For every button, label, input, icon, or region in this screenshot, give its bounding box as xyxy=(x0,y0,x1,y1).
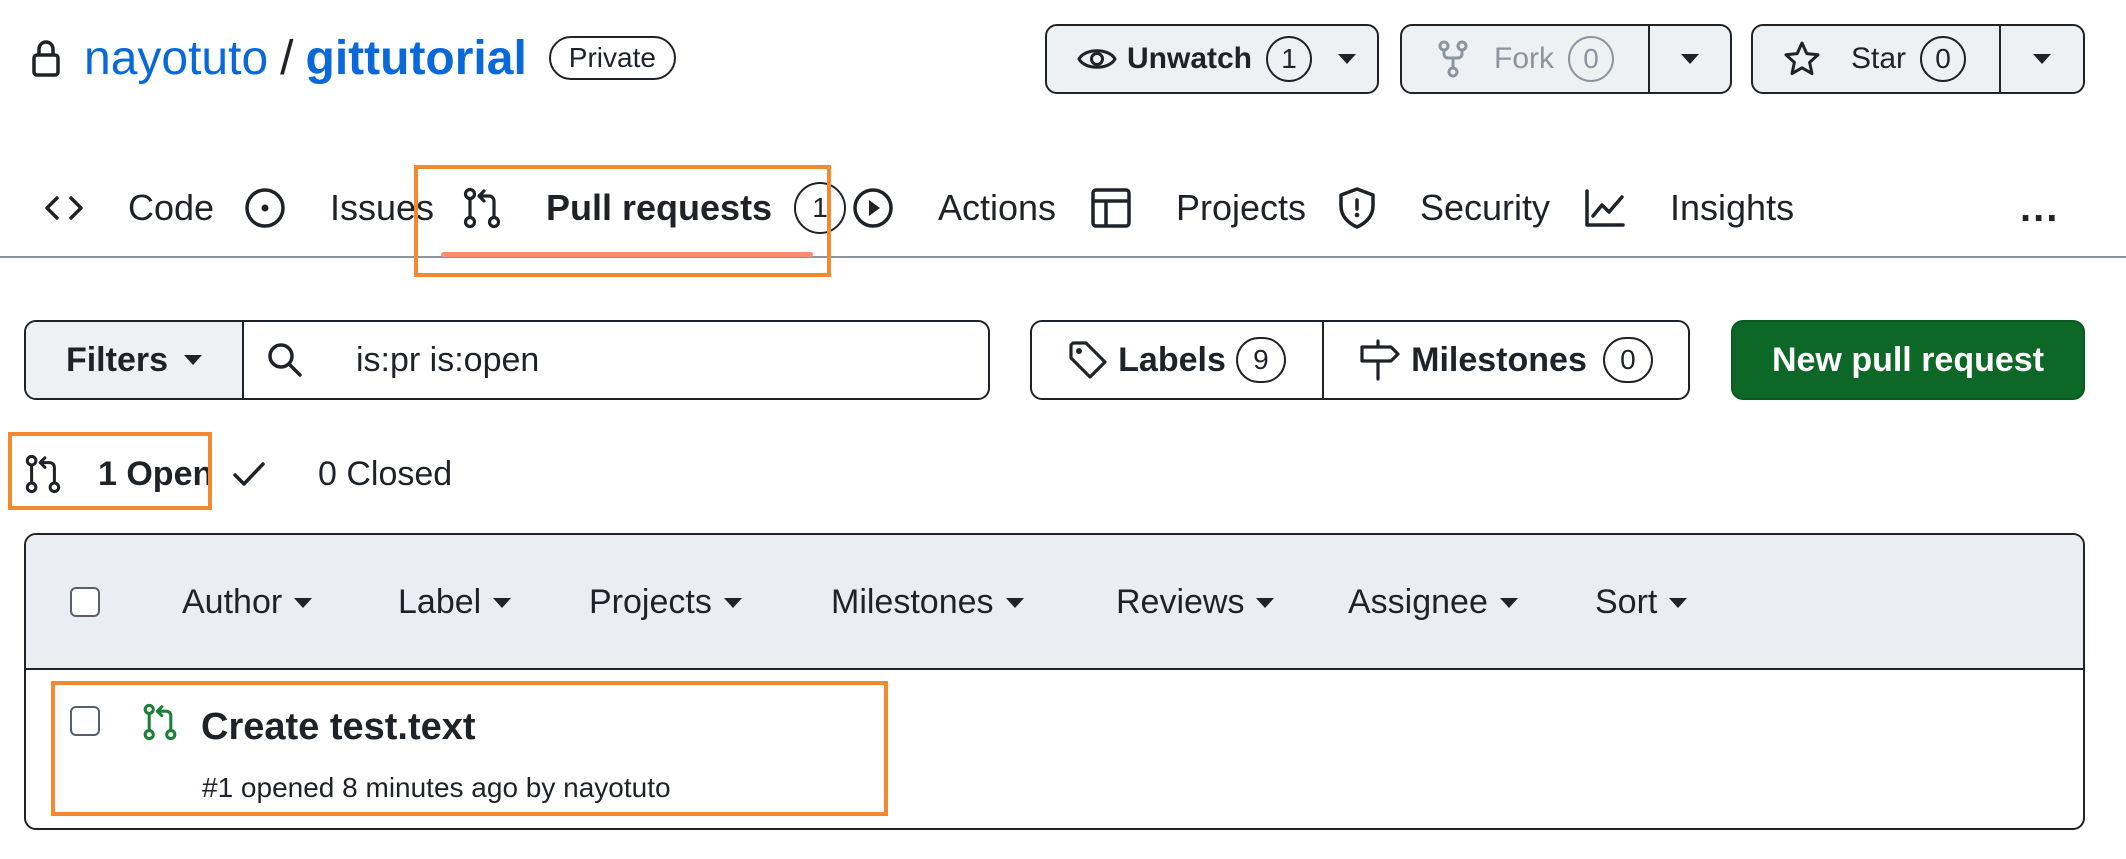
closed-count-label: 0 Closed xyxy=(318,454,453,493)
labels-milestones-group: Labels 9 Milestones 0 xyxy=(1030,320,1690,400)
milestones-filter-label: Milestones xyxy=(831,583,994,621)
projects-filter[interactable]: Projects xyxy=(589,535,742,670)
labels-count: 9 xyxy=(1235,337,1286,383)
filters-dropdown-button[interactable]: Filters xyxy=(26,322,244,398)
tab-actions-label: Actions xyxy=(938,187,1057,228)
milestones-count: 0 xyxy=(1602,337,1653,383)
star-icon xyxy=(1783,40,1821,78)
list-header: Author Label Projects Milestones Reviews… xyxy=(26,535,2083,670)
repo-path-separator: / xyxy=(280,31,294,85)
chevron-down-icon xyxy=(294,597,313,608)
repo-header: nayotuto / gittutorial Private xyxy=(26,28,676,88)
highlight-annotation xyxy=(414,165,831,277)
eye-icon xyxy=(1077,44,1117,74)
fork-label: Fork xyxy=(1494,42,1554,75)
author-filter-label: Author xyxy=(182,583,283,621)
search-icon xyxy=(266,341,330,379)
filters-label: Filters xyxy=(65,340,169,379)
star-dropdown-button[interactable] xyxy=(2001,26,2083,92)
watch-count: 1 xyxy=(1266,36,1313,82)
milestones-button[interactable]: Milestones 0 xyxy=(1324,322,1688,398)
chevron-down-icon xyxy=(1338,54,1357,64)
chevron-down-icon xyxy=(1499,597,1518,608)
graph-icon xyxy=(1584,188,1648,228)
assignee-filter-label: Assignee xyxy=(1348,583,1488,621)
closed-filter-toggle[interactable]: 0 Closed xyxy=(232,440,452,508)
table-icon xyxy=(1090,187,1154,229)
tab-code[interactable]: Code xyxy=(44,160,214,256)
sort-dropdown[interactable]: Sort xyxy=(1595,535,1688,670)
issue-opened-icon xyxy=(244,187,308,229)
tag-icon xyxy=(1068,340,1108,380)
sort-label: Sort xyxy=(1595,583,1658,621)
shield-icon xyxy=(1338,186,1398,230)
tab-insights-label: Insights xyxy=(1670,187,1795,228)
chevron-down-icon xyxy=(1256,597,1275,608)
more-menu-button[interactable]: ... xyxy=(2020,160,2059,256)
chevron-down-icon xyxy=(1681,54,1699,64)
lock-icon xyxy=(26,36,66,80)
labels-label: Labels xyxy=(1118,340,1226,379)
star-label: Star xyxy=(1851,42,1907,75)
reviews-filter-label: Reviews xyxy=(1116,583,1245,621)
projects-filter-label: Projects xyxy=(589,583,712,621)
star-button[interactable]: Star 0 xyxy=(1753,26,1999,92)
chevron-down-icon xyxy=(1669,597,1688,608)
labels-button[interactable]: Labels 9 xyxy=(1032,322,1324,398)
unwatch-button[interactable]: Unwatch 1 xyxy=(1045,24,1379,94)
fork-dropdown-button[interactable] xyxy=(1650,26,1730,92)
tab-insights[interactable]: Insights xyxy=(1584,160,1794,256)
milestone-icon xyxy=(1359,339,1401,381)
tab-issues[interactable]: Issues xyxy=(244,160,434,256)
milestones-filter[interactable]: Milestones xyxy=(831,535,1024,670)
select-all-checkbox[interactable] xyxy=(70,587,100,617)
filter-search-group: Filters xyxy=(24,320,990,400)
chevron-down-icon xyxy=(184,355,203,365)
label-filter[interactable]: Label xyxy=(398,535,512,670)
tab-actions[interactable]: Actions xyxy=(852,160,1056,256)
new-pull-request-button[interactable]: New pull request xyxy=(1731,320,2085,400)
search-input[interactable] xyxy=(356,340,956,380)
fork-count: 0 xyxy=(1568,36,1614,82)
star-button-group: Star 0 xyxy=(1751,24,2085,94)
tab-projects-label: Projects xyxy=(1176,187,1307,228)
label-filter-label: Label xyxy=(398,583,482,621)
highlight-annotation xyxy=(8,432,212,510)
chevron-down-icon xyxy=(1005,597,1024,608)
fork-button-group: Fork 0 xyxy=(1400,24,1732,94)
chevron-down-icon xyxy=(723,597,742,608)
repo-nav-tabs: Code Issues Pull requests 1 Actions Proj… xyxy=(0,160,2126,258)
assignee-filter[interactable]: Assignee xyxy=(1348,535,1518,670)
chevron-down-icon xyxy=(493,597,512,608)
check-icon xyxy=(232,460,292,488)
play-icon xyxy=(852,187,916,229)
repo-forked-icon xyxy=(1438,40,1468,78)
search-box xyxy=(244,322,988,398)
repo-owner-link[interactable]: nayotuto xyxy=(84,31,268,86)
unwatch-label: Unwatch xyxy=(1127,42,1253,75)
milestones-label: Milestones xyxy=(1411,340,1587,379)
author-filter[interactable]: Author xyxy=(182,535,313,670)
tab-projects[interactable]: Projects xyxy=(1090,160,1306,256)
highlight-annotation xyxy=(51,681,888,816)
chevron-down-icon xyxy=(2033,54,2051,64)
fork-button[interactable]: Fork 0 xyxy=(1402,26,1648,92)
repo-name-link[interactable]: gittutorial xyxy=(306,31,527,86)
code-icon xyxy=(44,193,106,223)
tab-security-label: Security xyxy=(1420,187,1551,228)
tab-security[interactable]: Security xyxy=(1338,160,1550,256)
star-count: 0 xyxy=(1920,36,1967,82)
visibility-badge: Private xyxy=(548,36,676,80)
reviews-filter[interactable]: Reviews xyxy=(1116,535,1275,670)
tab-code-label: Code xyxy=(128,187,215,228)
